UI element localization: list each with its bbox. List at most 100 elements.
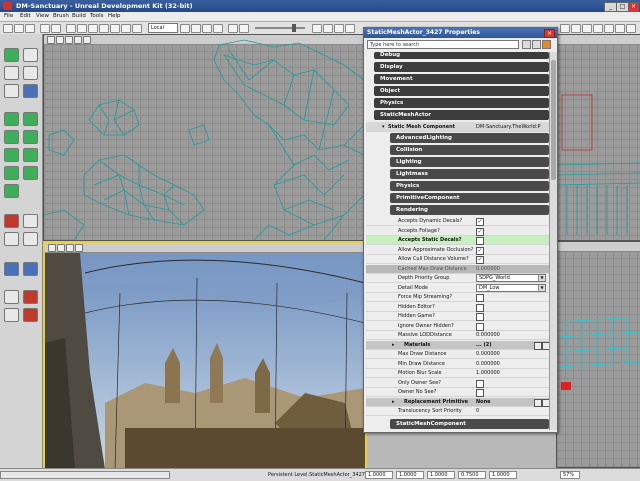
property-row[interactable]: Owner No See?	[366, 388, 549, 397]
property-checkbox[interactable]	[476, 294, 484, 302]
property-checkbox[interactable]: ✓	[476, 256, 484, 264]
scale-nonuniform-icon[interactable]	[132, 24, 142, 33]
coord-mode-select[interactable]: Local	[148, 23, 178, 33]
terrain-mode-icon[interactable]	[4, 66, 19, 80]
search-icon[interactable]	[77, 24, 87, 33]
camera-icon[interactable]	[88, 24, 98, 33]
chevron-down-icon[interactable]: ▼	[538, 275, 545, 281]
property-value[interactable]: 1.000000	[476, 369, 500, 378]
category-debug[interactable]: Debug	[374, 52, 549, 59]
rotation-grid-field[interactable]: 1.0000	[396, 471, 424, 479]
property-row[interactable]: Force Mip Streaming?	[366, 293, 549, 302]
property-row[interactable]: Translucency Sort Priority 0	[366, 407, 549, 416]
realtime-toggle-icon[interactable]	[66, 244, 74, 252]
hide-selected-icon[interactable]	[4, 308, 19, 322]
menu-tools[interactable]: Tools	[90, 13, 104, 19]
category-collision[interactable]: Collision	[390, 145, 549, 155]
linear-stair-icon[interactable]	[4, 148, 19, 162]
volumetric-brush-icon[interactable]	[4, 184, 19, 198]
property-checkbox[interactable]: ✓	[476, 246, 484, 255]
maximize-viewport-icon[interactable]	[626, 24, 636, 33]
perspective-viewport[interactable]	[43, 241, 367, 471]
slider-track[interactable]	[255, 27, 305, 29]
category-lightmass[interactable]: Lightmass	[390, 169, 549, 179]
csg-intersect-icon[interactable]	[4, 232, 19, 246]
category-advancedlighting[interactable]: AdvancedLighting	[390, 133, 549, 143]
search-clear-icon[interactable]	[522, 40, 531, 49]
close-button[interactable]: ×	[628, 2, 639, 12]
category-staticmeshcomponent[interactable]: StaticMeshComponent	[390, 418, 549, 429]
build-paths-icon[interactable]	[202, 24, 212, 33]
property-value[interactable]: 0.000000	[476, 265, 500, 274]
property-row[interactable]: Allow Cull Distance Volume? ✓	[366, 255, 549, 264]
scrollbar-thumb[interactable]	[551, 60, 556, 180]
property-value[interactable]: 0	[476, 407, 479, 416]
properties-title[interactable]: StaticMeshActor_3427 Properties	[364, 28, 557, 38]
front-viewport[interactable]	[556, 241, 640, 468]
property-row[interactable]: Only Owner See?	[366, 379, 549, 388]
lock-icon[interactable]	[345, 24, 355, 33]
viewport-icon[interactable]	[560, 24, 570, 33]
expand-icon[interactable]: ▾	[382, 122, 385, 132]
property-checkbox[interactable]: ✓	[476, 218, 484, 226]
category-display[interactable]: Display	[374, 62, 549, 72]
materials-row[interactable]: ▸ Materials ... (2)	[366, 340, 550, 350]
property-row[interactable]: Detail Mode DM_Low ▼	[366, 283, 549, 293]
geometry-mode-icon[interactable]	[23, 48, 38, 62]
slider-handle[interactable]	[292, 24, 296, 32]
scale-icon[interactable]	[121, 24, 131, 33]
property-row[interactable]: Min Draw Distance 0.000000	[366, 360, 549, 369]
new-icon[interactable]	[3, 24, 13, 33]
spiral-stair-icon[interactable]	[23, 148, 38, 162]
browse-icon[interactable]	[534, 341, 542, 350]
sheet-brush-icon[interactable]	[4, 166, 19, 180]
csg-subtract-icon[interactable]	[23, 214, 38, 228]
property-checkbox[interactable]: ✓	[476, 227, 484, 236]
lit-mode-icon[interactable]	[75, 244, 83, 252]
property-checkbox[interactable]	[476, 313, 484, 321]
lock-icon[interactable]	[532, 40, 541, 49]
category-physics[interactable]: Physics	[374, 98, 549, 108]
property-row[interactable]: Massive LODDistance 0.000000	[366, 331, 549, 340]
property-row[interactable]: Hidden Game?	[366, 312, 549, 321]
cone-brush-icon[interactable]	[23, 112, 38, 126]
category-physics-sub[interactable]: Physics	[390, 181, 549, 191]
play-in-editor-icon[interactable]	[239, 24, 249, 33]
property-row[interactable]: Accepts Foliage? ✓	[366, 227, 549, 236]
property-checkbox[interactable]	[476, 237, 484, 245]
add-volume-icon[interactable]	[4, 262, 19, 276]
property-checkbox[interactable]	[476, 322, 484, 331]
category-staticmeshactor[interactable]: StaticMeshActor	[374, 110, 549, 120]
add-special-icon[interactable]	[23, 262, 38, 276]
perspective-icon[interactable]	[57, 244, 65, 252]
cylinder-brush-icon[interactable]	[4, 130, 19, 144]
property-checkbox[interactable]	[476, 303, 484, 312]
save-icon[interactable]	[25, 24, 35, 33]
invert-selection-icon[interactable]	[23, 308, 38, 322]
build-all-icon[interactable]	[213, 24, 223, 33]
menu-view[interactable]: View	[36, 13, 49, 19]
csg-deintersect-icon[interactable]	[23, 232, 38, 246]
build-lighting-icon[interactable]	[191, 24, 201, 33]
sphere-brush-icon[interactable]	[23, 166, 38, 180]
expand-icon[interactable]: ▸	[392, 398, 395, 407]
category-primitivecomponent[interactable]: PrimitiveComponent	[390, 193, 549, 203]
property-row[interactable]: Depth Priority Group SDPG_World ▼	[366, 274, 549, 283]
property-row[interactable]: Accepts Dynamic Decals? ✓	[366, 217, 549, 226]
lit-icon[interactable]	[582, 24, 592, 33]
viewport-menu-icon[interactable]	[48, 244, 56, 252]
category-lighting[interactable]: Lighting	[390, 157, 549, 167]
expand-icon[interactable]: ▸	[392, 341, 395, 350]
browser-icon[interactable]	[66, 24, 76, 33]
replacement-primitive-row[interactable]: ▸ Replacement Primitive None	[366, 397, 550, 407]
property-row[interactable]: Cached Max Draw Distance 0.000000	[366, 264, 549, 274]
undo-icon[interactable]	[40, 24, 50, 33]
property-checkbox[interactable]	[476, 379, 484, 388]
texture-align-icon[interactable]	[23, 66, 38, 80]
category-movement[interactable]: Movement	[374, 74, 549, 84]
menu-build[interactable]: Build	[72, 13, 86, 19]
select-all-icon[interactable]	[4, 290, 19, 304]
build-geometry-icon[interactable]	[180, 24, 190, 33]
chevron-down-icon[interactable]: ▼	[538, 284, 545, 291]
drag-scale-field[interactable]: 0.7500	[458, 471, 486, 479]
